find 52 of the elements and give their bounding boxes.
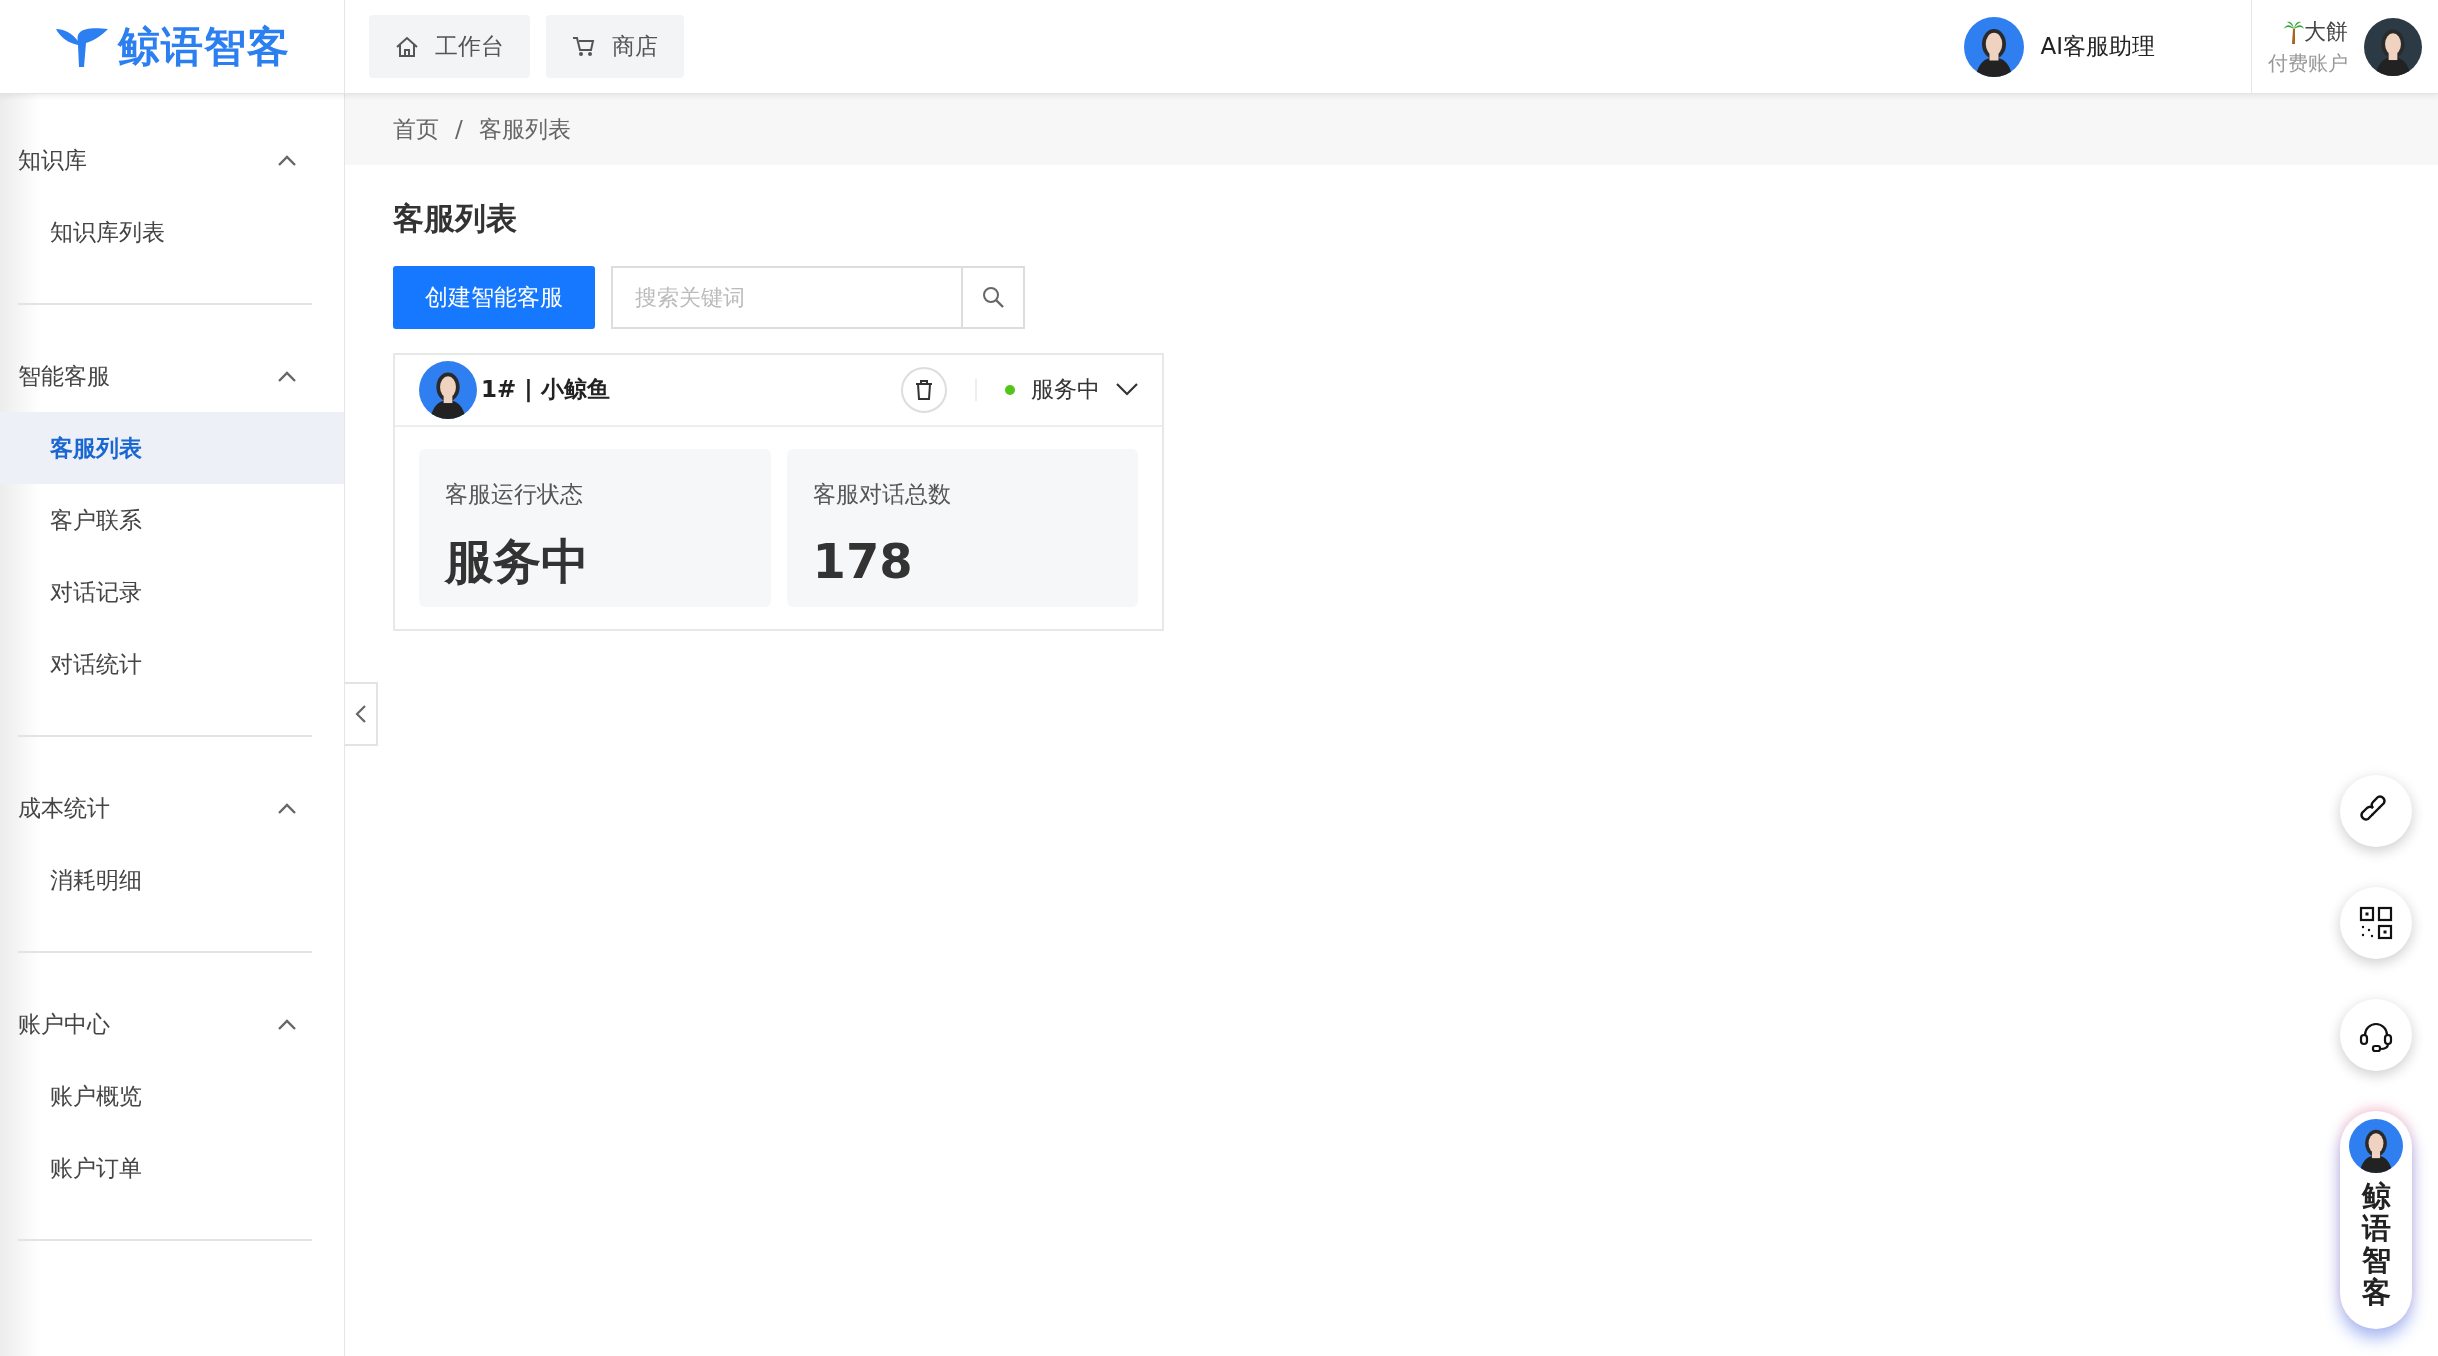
nav-button[interactable]: 工作台	[369, 15, 530, 78]
logo-text: 鲸语智客	[118, 21, 290, 73]
search-icon	[981, 285, 1005, 309]
cart-icon	[572, 35, 596, 58]
breadcrumb-item[interactable]: 首页	[393, 112, 439, 147]
chevron-down-icon	[1116, 383, 1138, 396]
menu-group-header[interactable]: 智能客服	[0, 340, 344, 412]
user-name: 大餅	[2304, 18, 2348, 46]
home-icon	[395, 35, 419, 58]
account-type: 付费账户	[2268, 50, 2348, 77]
chevron-up-icon	[278, 1018, 296, 1030]
assistant-link[interactable]: AI客服助理	[2040, 29, 2155, 64]
menu-group-header[interactable]: 知识库	[0, 124, 344, 196]
page-title: 客服列表	[393, 199, 518, 238]
chevron-up-icon	[278, 370, 296, 382]
avatar	[2349, 1119, 2403, 1173]
chevron-up-icon	[278, 802, 296, 814]
search-button[interactable]	[961, 265, 1025, 329]
chevron-left-icon	[355, 705, 366, 723]
sidebar-item[interactable]: 客服列表	[0, 412, 344, 484]
nav-button[interactable]: 商店	[546, 15, 684, 78]
support-button[interactable]	[2340, 999, 2412, 1071]
trash-icon	[914, 378, 934, 401]
create-button[interactable]: 创建智能客服	[393, 265, 595, 329]
avatar	[2364, 17, 2422, 76]
collapse-sidebar-button[interactable]	[345, 682, 378, 746]
sidebar-item[interactable]: 对话记录	[0, 556, 344, 628]
sidebar-item[interactable]: 消耗明细	[0, 844, 344, 916]
breadcrumb-separator: /	[455, 115, 463, 145]
sidebar-item[interactable]: 账户概览	[0, 1060, 344, 1132]
menu-group-header[interactable]: 成本统计	[0, 772, 344, 844]
breadcrumb-item: 客服列表	[478, 115, 571, 145]
stat-label: 客服对话总数	[812, 479, 952, 509]
menu-group-header[interactable]: 账户中心	[0, 988, 344, 1060]
status-dropdown[interactable]: 服务中	[1031, 372, 1138, 407]
avatar	[419, 360, 477, 419]
sidebar-item[interactable]: 客户联系	[0, 484, 344, 556]
palm-tree-icon	[2284, 19, 2304, 44]
agent-name: 1# | 小鲸鱼	[481, 375, 610, 405]
delete-button[interactable]	[901, 366, 947, 413]
chat-widget-button[interactable]: 鲸语智客	[2340, 1111, 2412, 1329]
stat-value: 178	[812, 532, 914, 591]
qr-code-icon	[2359, 906, 2393, 940]
sidebar-item[interactable]: 账户订单	[0, 1132, 344, 1204]
search-field[interactable]: 搜索关键词	[611, 265, 961, 329]
stat-label: 客服运行状态	[445, 479, 584, 509]
sidebar-item[interactable]: 对话统计	[0, 628, 344, 700]
sidebar-item[interactable]: 知识库列表	[0, 196, 344, 268]
chevron-up-icon	[278, 154, 296, 166]
stat-value: 服务中	[445, 532, 590, 591]
link-button[interactable]	[2340, 775, 2412, 847]
qr-code-button[interactable]	[2340, 887, 2412, 959]
